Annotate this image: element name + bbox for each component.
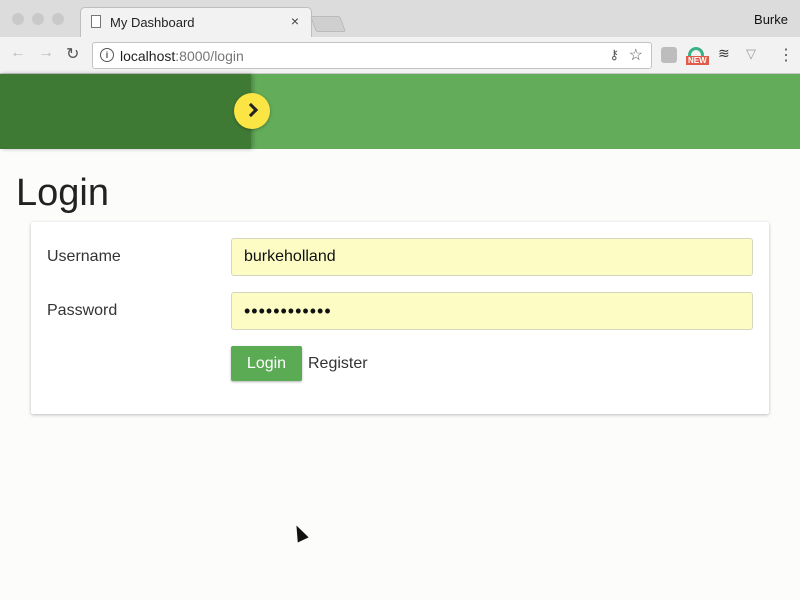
login-button[interactable]: Login (231, 346, 302, 381)
password-label: Password (47, 302, 118, 319)
bookmark-star-icon[interactable]: ☆ (629, 45, 643, 65)
document-icon (91, 15, 101, 28)
app-header (0, 74, 800, 149)
browser-tabstrip: My Dashboard × Burke (0, 0, 800, 38)
extension-new-icon[interactable]: NEW (686, 47, 709, 65)
back-arrow-icon[interactable]: ← (10, 44, 26, 62)
info-icon[interactable]: i (100, 48, 114, 62)
profile-name[interactable]: Burke (754, 12, 788, 27)
mouse-cursor-icon (291, 522, 309, 543)
new-badge: NEW (686, 56, 709, 65)
username-field[interactable] (231, 238, 753, 276)
browser-menu-icon[interactable]: ⋮ (778, 45, 794, 65)
layers-extension-icon[interactable]: ≋ (718, 45, 734, 61)
browser-tab[interactable]: My Dashboard × (80, 7, 312, 38)
new-tab-button[interactable] (310, 16, 346, 32)
password-field[interactable] (231, 292, 753, 330)
browser-toolbar: ← → ↻ i localhost:8000/login ⚷ ☆ NEW ≋ ▽… (0, 37, 800, 74)
key-icon[interactable]: ⚷ (609, 47, 619, 63)
page-title: Login (16, 172, 109, 214)
tab-close-icon[interactable]: × (291, 13, 299, 29)
chevron-right-icon (243, 102, 259, 118)
close-window-icon[interactable] (12, 13, 24, 25)
url-text[interactable]: localhost:8000/login (120, 48, 244, 64)
vue-devtools-icon[interactable]: ▽ (746, 46, 762, 62)
forward-arrow-icon[interactable]: → (38, 44, 54, 62)
side-drawer (0, 74, 251, 149)
minimize-window-icon[interactable] (32, 13, 44, 25)
maximize-window-icon[interactable] (52, 13, 64, 25)
reload-icon[interactable]: ↻ (66, 44, 79, 64)
extension-icon[interactable] (661, 47, 677, 63)
login-card: Username Password Login Register (31, 222, 769, 414)
register-link[interactable]: Register (308, 355, 368, 373)
username-label: Username (47, 248, 121, 265)
address-bar[interactable]: i localhost:8000/login ⚷ ☆ (92, 42, 652, 69)
drawer-toggle-button[interactable] (234, 93, 270, 129)
tab-title: My Dashboard (110, 15, 195, 30)
